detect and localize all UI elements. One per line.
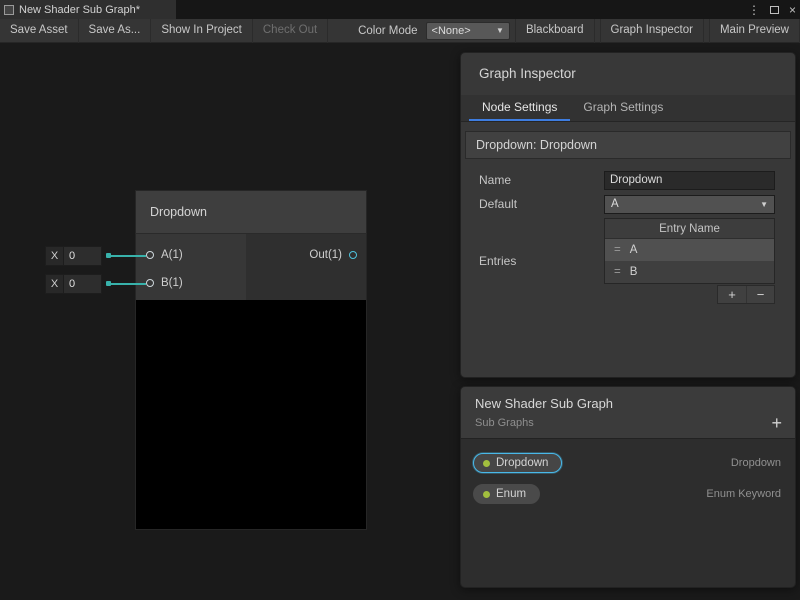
blackboard-header: New Shader Sub Graph Sub Graphs + (461, 387, 795, 439)
node-output-ports: Out(1) (246, 234, 366, 300)
window-controls: ⋮ × (748, 0, 796, 19)
node-settings-section-title: Dropdown: Dropdown (465, 131, 791, 159)
constant-a-axis-label: X (45, 246, 64, 266)
graph-inspector-toggle-button[interactable]: Graph Inspector (600, 19, 704, 43)
name-input[interactable] (604, 171, 775, 190)
port-a-circle-icon[interactable] (146, 251, 154, 259)
show-in-project-button[interactable]: Show In Project (151, 19, 253, 43)
save-as-button[interactable]: Save As... (79, 19, 152, 43)
remove-entry-button[interactable]: − (746, 286, 774, 303)
close-icon[interactable]: × (789, 3, 796, 17)
port-out-label: Out(1) (309, 249, 342, 261)
constant-b-value-field[interactable]: 0 (64, 274, 102, 294)
exposed-dot-icon (483, 460, 490, 467)
add-entry-button[interactable]: + (718, 286, 746, 303)
graph-toolbar: Save Asset Save As... Show In Project Ch… (0, 19, 800, 43)
tab-graph-settings[interactable]: Graph Settings (570, 95, 676, 121)
constant-input-b: X 0 (45, 274, 102, 294)
port-out-circle-icon[interactable] (349, 251, 357, 259)
document-tab-title: New Shader Sub Graph* (19, 4, 140, 16)
enum-property-type: Enum Keyword (706, 488, 781, 500)
blackboard-title: New Shader Sub Graph (475, 396, 781, 411)
port-out[interactable]: Out(1) (246, 241, 366, 269)
port-a[interactable]: A(1) (136, 241, 246, 269)
enum-property-pill[interactable]: Enum (473, 484, 540, 504)
chevron-down-icon: ▼ (760, 200, 768, 209)
constant-b-axis-label: X (45, 274, 64, 294)
blackboard-panel: New Shader Sub Graph Sub Graphs + Dropdo… (460, 386, 796, 588)
dropdown-property-type: Dropdown (731, 457, 781, 469)
port-b-label: B(1) (161, 277, 183, 289)
color-mode-dropdown[interactable]: <None> ▼ (426, 22, 510, 40)
add-property-button[interactable]: + (771, 414, 782, 432)
save-asset-button[interactable]: Save Asset (0, 19, 79, 43)
entry-b-name: B (630, 261, 638, 283)
entries-label: Entries (479, 218, 604, 304)
node-settings-body: Name Default A ▼ Entries Entry Name = A (461, 159, 795, 304)
edge-a[interactable] (110, 255, 146, 257)
entries-list-footer: + − (604, 284, 775, 304)
inspector-tabs: Node Settings Graph Settings (461, 95, 795, 122)
entries-row: Entries Entry Name = A = B + (479, 218, 775, 304)
name-label: Name (479, 173, 604, 187)
dropdown-node[interactable]: Dropdown A(1) B(1) Out(1) (135, 190, 367, 530)
enum-property-label: Enum (496, 488, 526, 500)
drag-handle-icon[interactable]: = (614, 261, 621, 283)
entry-row-a[interactable]: = A (605, 239, 774, 261)
node-preview (135, 300, 367, 530)
entries-list-header: Entry Name (605, 219, 774, 239)
name-row: Name (479, 170, 775, 190)
dropdown-property-pill[interactable]: Dropdown (473, 453, 562, 473)
exposed-dot-icon (483, 491, 490, 498)
constant-a-value-field[interactable]: 0 (64, 246, 102, 266)
node-body: A(1) B(1) Out(1) (135, 234, 367, 300)
node-input-ports: A(1) B(1) (136, 234, 246, 300)
default-label: Default (479, 197, 604, 211)
entries-list: Entry Name = A = B (604, 218, 775, 284)
document-tab[interactable]: New Shader Sub Graph* (0, 0, 176, 19)
tab-node-settings[interactable]: Node Settings (469, 95, 570, 121)
title-bar: New Shader Sub Graph* ⋮ × (0, 0, 800, 19)
entry-a-name: A (630, 239, 638, 261)
graph-inspector-panel: Graph Inspector Node Settings Graph Sett… (460, 52, 796, 378)
port-b-circle-icon[interactable] (146, 279, 154, 287)
check-out-button: Check Out (253, 19, 328, 43)
default-row: Default A ▼ (479, 194, 775, 214)
node-title[interactable]: Dropdown (135, 190, 367, 234)
shader-graph-icon (4, 5, 14, 15)
port-b[interactable]: B(1) (136, 269, 246, 297)
blackboard-subtitle: Sub Graphs (475, 417, 781, 429)
graph-inspector-title: Graph Inspector (461, 53, 795, 95)
color-mode-label: Color Mode (350, 25, 425, 37)
edge-b[interactable] (110, 283, 146, 285)
constant-input-a: X 0 (45, 246, 102, 266)
drag-handle-icon[interactable]: = (614, 239, 621, 261)
entry-row-b[interactable]: = B (605, 261, 774, 283)
default-dropdown[interactable]: A ▼ (604, 195, 775, 214)
color-mode-value: <None> (432, 25, 471, 37)
maximize-icon[interactable] (770, 6, 779, 14)
port-a-label: A(1) (161, 249, 183, 261)
blackboard-item-enum: Enum Enum Keyword (461, 484, 795, 504)
blackboard-toggle-button[interactable]: Blackboard (515, 19, 595, 43)
menu-icon[interactable]: ⋮ (748, 3, 760, 17)
main-preview-toggle-button[interactable]: Main Preview (709, 19, 800, 43)
blackboard-item-dropdown: Dropdown Dropdown (461, 453, 795, 473)
dropdown-property-label: Dropdown (496, 457, 548, 469)
chevron-down-icon: ▼ (496, 26, 504, 35)
default-dropdown-value: A (611, 198, 619, 210)
